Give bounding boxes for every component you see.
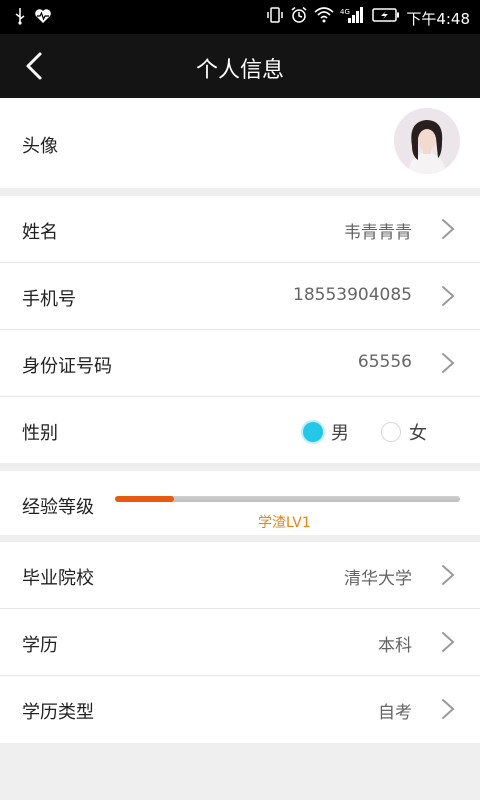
radio-checked-icon [303,422,323,442]
name-value: 韦青青青 [344,223,412,243]
heart-icon [34,8,52,30]
status-left [14,7,52,31]
id-number-row[interactable]: 身份证号码 65556 [0,330,480,396]
chevron-right-icon [440,563,456,587]
degree-type-row[interactable]: 学历类型 自考 [0,676,480,743]
status-right: 4G 下午4:48 [266,6,470,30]
gender-female-label: 女 [409,423,427,444]
experience-progress-fill [115,496,174,502]
degree-value: 本科 [378,636,412,656]
school-value: 清华大学 [344,569,412,589]
svg-text:4G: 4G [340,8,350,16]
school-label: 毕业院校 [22,568,94,589]
status-time: 下午4:48 [406,9,470,28]
chevron-right-icon [440,630,456,654]
vibrate-icon [266,6,284,30]
avatar-row[interactable]: 头像 [0,98,480,188]
level-text: 学渣LV1 [258,515,311,531]
chevron-right-icon [440,697,456,721]
experience-row: 经验等级 学渣LV1 [0,471,480,535]
phone-label: 手机号 [22,289,76,310]
avatar-label: 头像 [22,136,58,157]
chevron-right-icon [440,217,456,241]
chevron-right-icon [440,351,456,375]
alarm-icon [290,6,308,30]
id-number-label: 身份证号码 [22,356,112,377]
avatar[interactable] [394,108,460,174]
id-number-value: 65556 [357,352,412,372]
degree-type-value: 自考 [378,703,412,723]
school-row[interactable]: 毕业院校 清华大学 [0,542,480,608]
gender-male-radio[interactable]: 男 [303,419,349,445]
status-bar: 4G 下午4:48 [0,0,480,34]
battery-charging-icon [372,7,400,29]
gender-row: 性别 男 女 [0,397,480,463]
signal-4g-icon: 4G [340,6,366,30]
page-title: 个人信息 [195,58,284,83]
radio-unchecked-icon [381,422,401,442]
gender-female-radio[interactable]: 女 [381,419,427,445]
gender-male-label: 男 [331,423,349,444]
name-row[interactable]: 姓名 韦青青青 [0,196,480,262]
usb-icon [14,7,26,31]
degree-type-label: 学历类型 [22,702,94,723]
phone-row[interactable]: 手机号 18553904085 [0,263,480,329]
phone-value: 18553904085 [293,285,412,305]
name-label: 姓名 [22,222,58,243]
experience-label: 经验等级 [22,497,94,518]
title-bar: 个人信息 [0,34,480,98]
gender-label: 性别 [22,423,58,444]
wifi-icon [314,7,334,29]
chevron-right-icon [440,284,456,308]
degree-label: 学历 [22,635,58,656]
degree-row[interactable]: 学历 本科 [0,609,480,675]
experience-progress-bar [115,496,460,502]
